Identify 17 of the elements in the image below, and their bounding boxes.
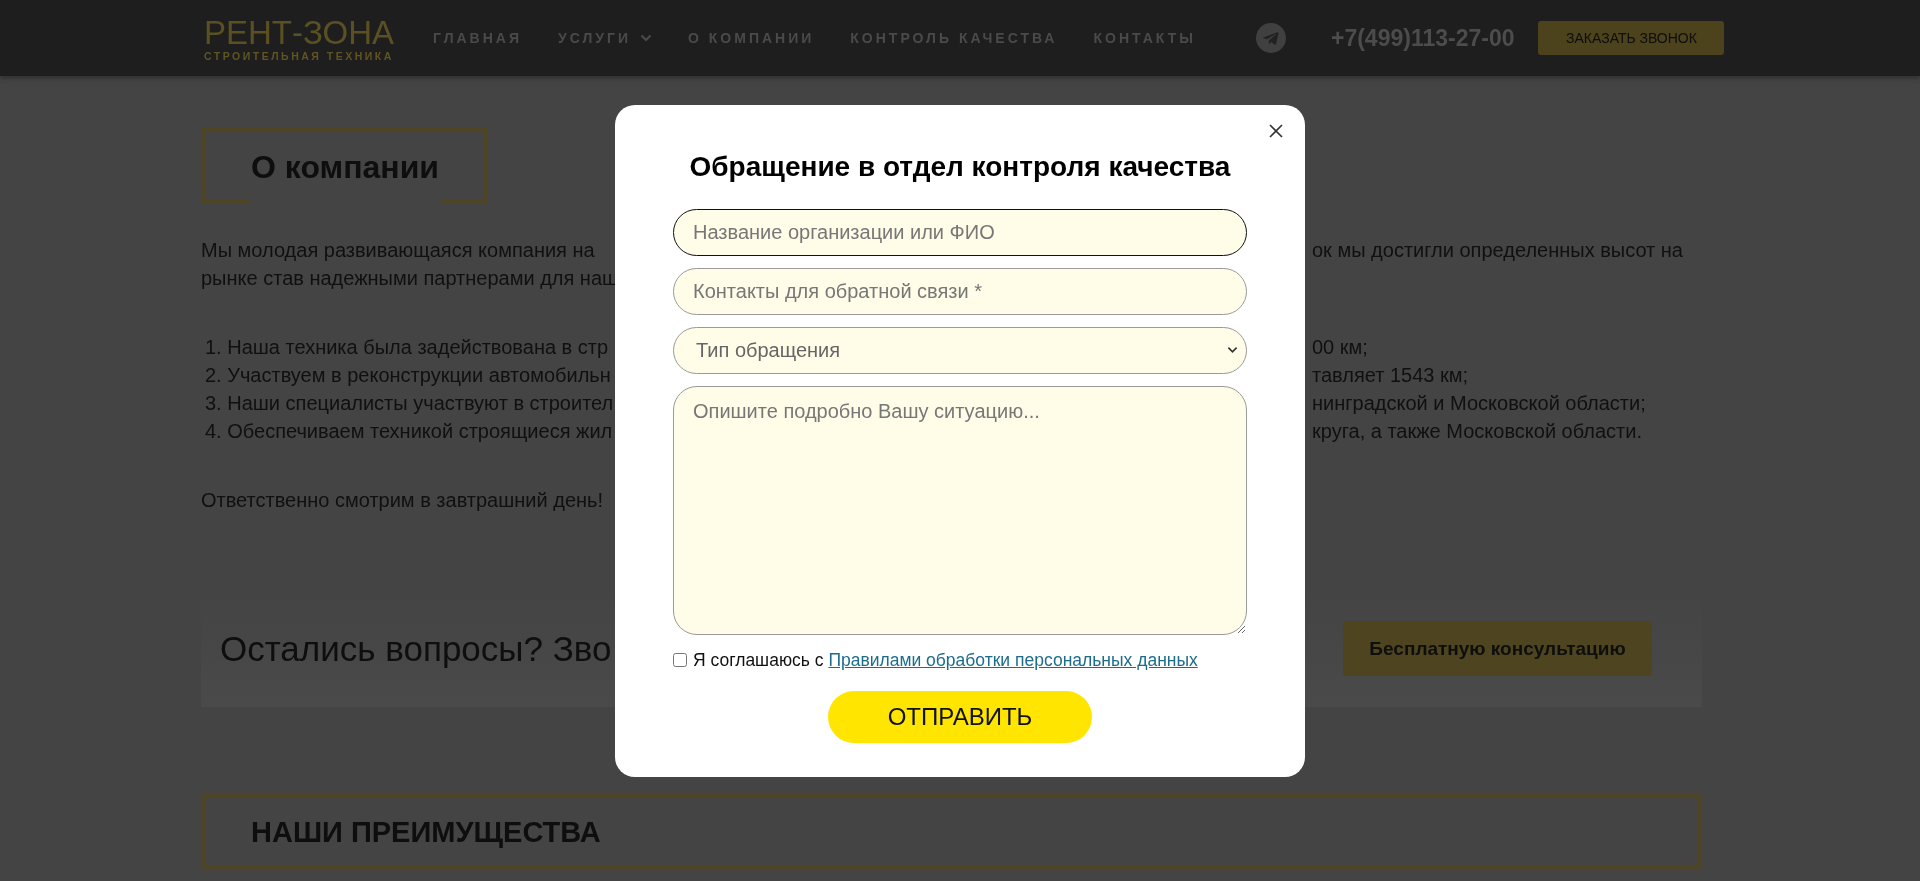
callback-button[interactable]: ЗАКАЗАТЬ ЗВОНОК xyxy=(1538,21,1725,55)
consent-checkbox[interactable] xyxy=(673,652,687,667)
chevron-down-icon xyxy=(1227,346,1238,354)
logo-wordmark[interactable]: РЕНТ-ЗОНА xyxy=(204,16,395,48)
close-button[interactable] xyxy=(1269,123,1283,138)
cta-text: Остались вопросы? Зво xyxy=(220,627,612,670)
message-textarea[interactable]: Опишите подробно Вашу ситуацию... xyxy=(673,385,1247,635)
dialog-title: Обращение в отдел контроля качества xyxy=(688,149,1232,184)
logo-tagline: СТРОИТЕЛЬНАЯ ТЕХНИКА xyxy=(204,49,395,62)
submit-button[interactable]: ОТПРАВИТЬ xyxy=(828,690,1092,743)
close-icon xyxy=(1269,123,1283,138)
request-type-select[interactable]: Тип обращения xyxy=(673,326,1247,374)
consent-label: Я соглашаюсь с Правилами обработки персональных данных xyxy=(693,649,1198,670)
text-input-field[interactable]: Название организации или ФИО xyxy=(673,208,1247,256)
privacy-policy-link[interactable]: Правилами обработки персональных данных xyxy=(828,649,1198,670)
consultation-button[interactable]: Бесплатную консультацию xyxy=(1343,621,1652,676)
text-input-field[interactable]: Контакты для обратной связи * xyxy=(673,267,1247,315)
